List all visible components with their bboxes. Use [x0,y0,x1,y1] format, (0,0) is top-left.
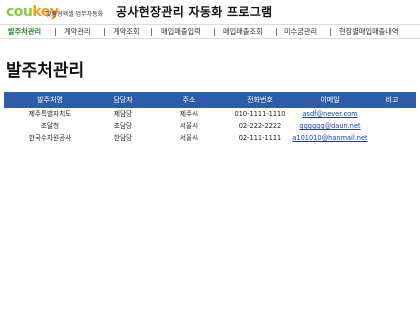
cell-contact: 한담당 [113,134,133,142]
nav-separator [276,28,277,36]
cell-email-link[interactable]: a101010@hanmail.net [292,132,368,144]
nav-item-purchase-sales-search[interactable]: 매입매출조회 [223,26,263,38]
cell-note [368,108,416,120]
column-header-email: 이메일 [320,96,340,104]
column-header-note: 비고 [385,96,399,104]
column-header-address: 주소 [182,96,196,104]
cell-address: 서울시 [179,134,199,142]
cell-contact: 제담당 [113,110,133,118]
cell-client-name: 조달청 [40,122,60,130]
column-header-client-name: 발주처명 [37,96,63,104]
nav-separator [104,28,105,36]
nav-separator [151,28,152,36]
app-header: coukey 맞춤형엑셀 업무자동화 공사현장관리 자동화 프로그램 [0,0,420,24]
table-row: 한국수자원공사 한담당 서울시 02-111-1111 a101010@hanm… [4,132,416,144]
table-row: 제주특별자치도 제담당 제주시 010-1111-1110 asdf@never… [4,108,416,120]
main-nav: 발주처관리 계약관리 계약조회 매입매출입력 매입매출조회 미수금관리 현장별매… [0,24,420,39]
nav-separator [55,28,56,36]
table-header: 발주처명 담당자 주소 전화번호 이메일 비고 [4,92,416,108]
column-header-contact: 담당자 [113,96,133,104]
cell-client-name: 한국수자원공사 [28,134,72,142]
cell-email-link[interactable]: asdf@never.com [292,108,368,120]
logo-text-cou: cou [6,4,33,20]
nav-item-contract-management[interactable]: 계약관리 [64,26,90,38]
logo-subtitle: 맞춤형엑셀 업무자동화 [46,11,104,18]
nav-item-contract-search[interactable]: 계약조회 [113,26,139,38]
nav-item-purchase-sales-entry[interactable]: 매입매출입력 [161,26,201,38]
cell-email-link[interactable]: gggggg@daun.net [292,120,368,132]
nav-item-receivables[interactable]: 미수금관리 [284,26,317,38]
table-row: 조달청 조담당 서울시 02-222-2222 gggggg@daun.net [4,120,416,132]
column-header-phone: 전화번호 [247,96,273,104]
cell-address: 제주시 [179,110,199,118]
cell-note [368,120,416,132]
page-title: 발주처관리 [6,61,85,81]
cell-contact: 조담당 [113,122,133,130]
nav-item-site-purchase-sales[interactable]: 현장별매입매출내역 [339,26,399,38]
cell-address: 서울시 [179,122,199,130]
nav-separator [330,28,331,36]
cell-note [368,132,416,144]
cell-phone: 010-1111-1110 [234,110,286,118]
client-table: 발주처명 담당자 주소 전화번호 이메일 비고 제주특별자치도 제담당 제주시 … [4,92,416,144]
cell-phone: 02-222-2222 [238,122,282,130]
cell-phone: 02-111-1111 [238,134,282,142]
nav-separator [214,28,215,36]
app-title: 공사현장관리 자동화 프로그램 [116,5,273,19]
cell-client-name: 제주특별자치도 [28,110,72,118]
nav-item-client-management[interactable]: 발주처관리 [8,26,41,38]
